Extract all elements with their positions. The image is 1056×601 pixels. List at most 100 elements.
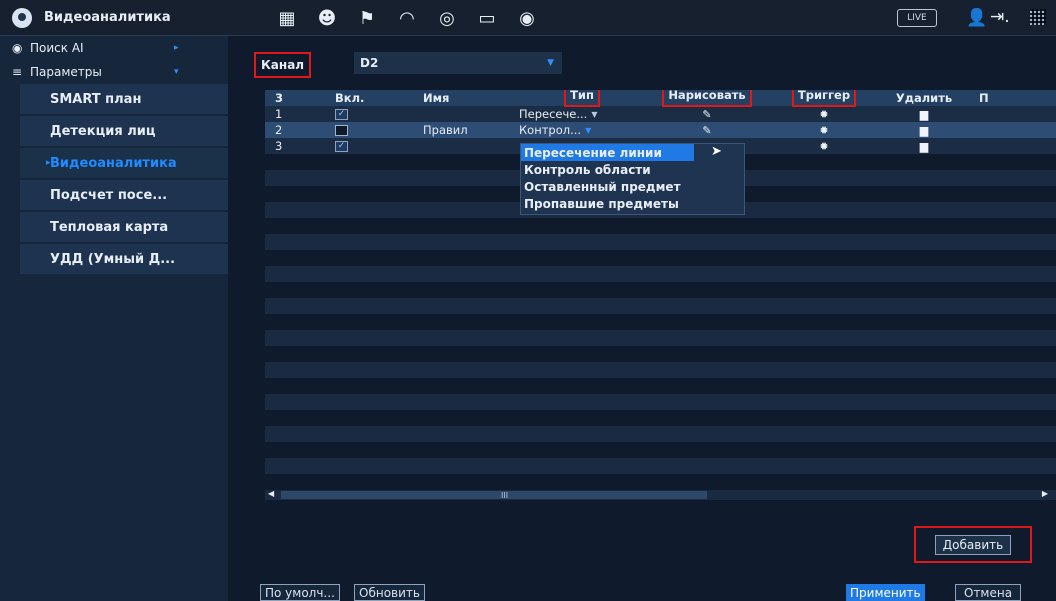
trash-icon[interactable]: ▆ [920,140,928,153]
empty-row [265,298,1056,314]
pencil-icon[interactable]: ✎ [702,124,711,137]
default-button[interactable]: По умолч... [260,584,340,601]
table-header: 3 Вкл. Имя Тип Нарисовать Триггер Удалит… [265,90,1056,107]
chevron-right-icon: ▸ [174,43,179,53]
active-indicator-icon: ▸ [46,158,51,168]
add-button[interactable]: Добавить [934,534,1012,555]
horizontal-scrollbar[interactable]: ◀ III ▶ [265,489,1056,500]
empty-row [265,250,1056,266]
type-value: Контрол... [519,123,582,137]
logout-icon[interactable]: ⇥. [990,7,1010,27]
gear-icon[interactable]: ✹ [819,124,828,137]
trigger-cell: ✹ [769,106,879,122]
scroll-thumb[interactable]: III [281,491,707,500]
trigger-cell: ✹ [769,122,879,138]
pencil-icon[interactable]: ✎ [702,108,711,121]
sidebar: ◉ Поиск AI ▸ ≡ Параметры ▾ SMART план Де… [0,36,228,601]
sidebar-item-label: Параметры [30,65,102,79]
empty-row [265,266,1056,282]
header-enabled: Вкл. [335,91,365,105]
sidebar-item-label: Подсчет посе... [50,187,168,203]
empty-row [265,282,1056,298]
empty-row [265,314,1056,330]
delete-cell: ▆ [879,138,969,154]
type-select[interactable]: Пересече... ▼ [519,107,598,121]
storage-icon[interactable]: ▦ [268,6,306,30]
alarm-icon[interactable]: ⚑ [348,6,386,30]
user-icon[interactable]: 👤 [966,8,987,28]
audio-icon[interactable]: ◉ [508,6,546,30]
gear-icon[interactable]: ✹ [819,108,828,121]
delete-cell: ▆ [879,106,969,122]
sidebar-item-people-counting[interactable]: Подсчет посе... [20,180,228,210]
empty-row [265,362,1056,378]
app-title: Видеоаналитика [44,10,171,25]
header-draw: Нарисовать [662,90,752,107]
gear-icon[interactable]: ✹ [819,140,828,153]
record-icon[interactable]: ◎ [428,6,466,30]
sidebar-item-face-detection[interactable]: Детекция лиц [20,116,228,146]
table-row[interactable]: 2 Правил Контрол... ▼ ✎ ✹ ▆ [265,122,1056,138]
type-option-line-crossing[interactable]: Пересечение линии ➤ [521,144,722,161]
chevron-down-icon: ▾ [174,67,179,77]
main-panel: Канал D2 ▼ 3 Вкл. Имя Тип Нарисовать Три… [228,36,1056,601]
scroll-right-icon[interactable]: ▶ [1042,489,1048,498]
scroll-grip: III [501,491,509,500]
apply-button[interactable]: Применить [846,584,925,601]
sidebar-item-parameters[interactable]: ≡ Параметры ▾ [0,60,228,84]
empty-row [265,346,1056,362]
type-option-area-control[interactable]: Контроль области [521,161,744,178]
header-type-cell: Тип [517,90,645,107]
top-toolbar: ▦ ☻ ⚑ ◠ ◎ ▭ ◉ [268,6,546,30]
enable-checkbox[interactable]: ✓ [335,108,348,120]
enable-checkbox[interactable]: ✓ [335,140,348,152]
draw-cell: ✎ [645,122,769,138]
sidebar-item-smart-plan[interactable]: SMART план [20,84,228,114]
header-delete: Удалить [895,91,953,105]
channel-label: Канал [254,52,312,78]
sidebar-item-label: УДД (Умный Д... [50,251,176,267]
table-row[interactable]: 1 ✓ Пересече... ▼ ✎ ✹ ▆ [265,106,1056,122]
performance-icon[interactable]: ◠ [388,6,426,30]
header-name: Имя [423,91,450,105]
trigger-cell: ✹ [769,138,879,154]
header-count: 3 [275,91,284,105]
sidebar-item-ai-search[interactable]: ◉ Поиск AI ▸ [0,36,228,60]
mouse-cursor-icon: ➤ [711,144,722,159]
more-cell [969,106,1019,122]
ai-search-icon: ◉ [12,41,23,55]
channel-value: D2 [360,56,379,70]
sidebar-item-label: Тепловая карта [50,219,169,235]
empty-row [265,394,1056,410]
trash-icon[interactable]: ▆ [920,124,928,137]
display-icon[interactable]: ▭ [468,6,506,30]
empty-row [265,458,1056,474]
enable-checkbox[interactable] [335,124,348,136]
sidebar-item-label: Детекция лиц [50,123,156,139]
type-select[interactable]: Контрол... ▼ [519,123,591,137]
scroll-left-icon[interactable]: ◀ [268,489,274,498]
empty-row [265,410,1056,426]
sidebar-item-video-analytics[interactable]: ▸ Видеоаналитика [20,148,228,178]
qr-code-icon[interactable] [1030,9,1046,25]
face-icon[interactable]: ☻ [308,6,346,30]
channel-select[interactable]: D2 ▼ [354,52,562,74]
sidebar-item-smart-motion[interactable]: УДД (Умный Д... [20,244,228,274]
draw-cell: ✎ [645,106,769,122]
live-button[interactable]: LIVE [897,9,937,27]
cancel-button[interactable]: Отмена [955,584,1022,601]
empty-row [265,378,1056,394]
sidebar-item-heat-map[interactable]: Тепловая карта [20,212,228,242]
type-cell: Контрол... ▼ [517,122,645,138]
top-bar: Видеоаналитика ▦ ☻ ⚑ ◠ ◎ ▭ ◉ LIVE 👤 ⇥. [0,0,1056,36]
refresh-button[interactable]: Обновить [354,584,425,601]
delete-cell: ▆ [879,122,969,138]
type-option-abandoned-object[interactable]: Оставленный предмет [521,178,744,195]
type-value: Пересече... [519,107,588,121]
type-option-missing-object[interactable]: Пропавшие предметы [521,195,744,212]
sidebar-item-label: Поиск AI [30,41,84,55]
sidebar-item-label: Видеоаналитика [50,155,177,171]
trash-icon[interactable]: ▆ [920,108,928,121]
header-type: Тип [564,90,600,107]
chevron-down-icon: ▼ [591,109,598,119]
